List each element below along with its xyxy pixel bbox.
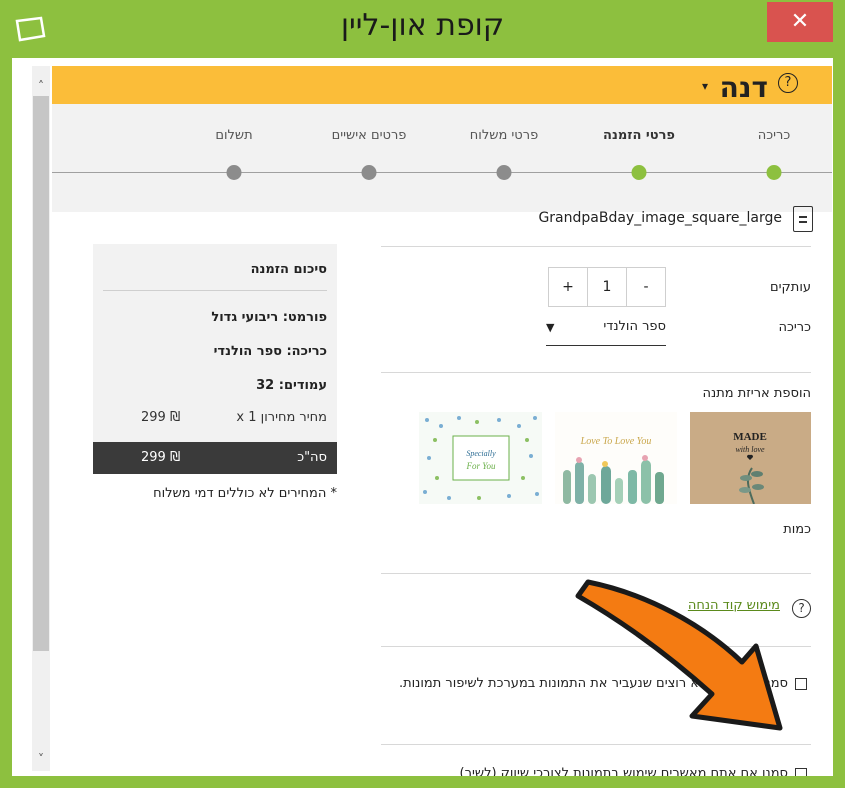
gift-card-specially-for-you[interactable]: Specially For You [419, 412, 542, 504]
copies-label: עותקים [770, 280, 811, 295]
dropdown-arrow-icon: ▼ [546, 321, 555, 334]
divider [381, 573, 811, 574]
step-dot-personal [361, 165, 377, 180]
summary-total: סה"כ 299 ₪ [93, 442, 337, 474]
scroll-down-icon[interactable]: ˅ [32, 749, 50, 769]
document-icon [793, 206, 813, 232]
svg-text:with love: with love [735, 445, 765, 454]
step-dot-shipping [496, 165, 512, 180]
marketing-label: סמנו אם אתם מאשרים שימוש בתמונות לצורכי … [459, 766, 788, 776]
svg-text:Love To Love You: Love To Love You [580, 436, 652, 447]
step-order-details[interactable]: פרטי הזמנה [603, 128, 675, 143]
svg-text:MADE: MADE [733, 431, 767, 443]
decrement-button[interactable]: - [627, 268, 665, 306]
total-value: 299 ₪ [141, 450, 181, 465]
copies-stepper: + 1 - [548, 267, 666, 307]
steps-divider [52, 172, 832, 173]
file-name: GrandpaBday_image_square_large [538, 210, 782, 226]
chevron-down-icon[interactable]: ▾ [702, 79, 708, 93]
step-dot-payment [226, 165, 242, 180]
help-icon[interactable]: ? [778, 73, 798, 93]
binding-select-value: ספר הולנדי [603, 319, 666, 334]
order-summary: סיכום הזמנה פורמט: ריבועי גדול כריכה: ספ… [93, 244, 337, 474]
divider [381, 372, 811, 373]
checkout-steps [52, 104, 832, 212]
photo-enhance-checkbox[interactable] [795, 678, 807, 690]
summary-title: סיכום הזמנה [250, 262, 327, 277]
user-menu[interactable]: דנה [720, 71, 768, 104]
summary-divider [103, 290, 327, 291]
window-title: קופת און-ליין [340, 8, 505, 43]
divider [381, 246, 811, 247]
binding-label: כריכה [778, 320, 812, 335]
question-icon[interactable]: ? [792, 599, 811, 618]
step-personal[interactable]: פרטים אישיים [332, 128, 407, 143]
summary-price-value: 299 ₪ [141, 410, 181, 425]
scroll-up-icon[interactable]: ˄ [32, 76, 50, 96]
vertical-scrollbar[interactable]: ˄ ˅ [32, 66, 50, 771]
svg-text:Specially: Specially [466, 449, 496, 458]
step-binding[interactable]: כריכה [758, 128, 791, 143]
gift-card-made-with-love[interactable]: MADE with love [690, 412, 811, 504]
summary-price-label: מחיר מחירון x 1 [236, 410, 327, 425]
svg-text:For You: For You [466, 461, 496, 471]
summary-format: פורמט: ריבועי גדול [211, 310, 327, 325]
quantity-label: כמות [783, 522, 811, 537]
total-label: סה"כ [297, 450, 327, 465]
gift-wrap-label: הוספת אריזת מתנה [702, 386, 811, 401]
copies-input[interactable]: 1 [588, 268, 627, 306]
summary-binding: כריכה: ספר הולנדי [213, 344, 327, 359]
shipping-note: * המחירים לא כוללים דמי משלוח [153, 486, 337, 501]
step-payment[interactable]: תשלום [215, 128, 252, 143]
gift-card-love-you[interactable]: Love To Love You [555, 412, 677, 504]
increment-button[interactable]: + [549, 268, 588, 306]
annotation-arrow-icon [575, 579, 783, 731]
client-area: ˄ ˅ דנה ▾ ? כריכה פרטי הזמנה פרטי משלוח … [12, 58, 833, 776]
close-button[interactable]: ✕ [767, 2, 833, 42]
scroll-thumb[interactable] [33, 96, 49, 651]
step-shipping[interactable]: פרטי משלוח [470, 128, 538, 143]
summary-pages: עמודים: 32 [256, 378, 327, 393]
divider [381, 744, 811, 745]
step-dot-binding [766, 165, 782, 180]
user-header: דנה ▾ ? [52, 66, 832, 104]
marketing-checkbox[interactable] [795, 768, 807, 776]
step-dot-order-details [631, 165, 647, 180]
binding-select[interactable]: ספר הולנדי ▼ [546, 316, 666, 346]
